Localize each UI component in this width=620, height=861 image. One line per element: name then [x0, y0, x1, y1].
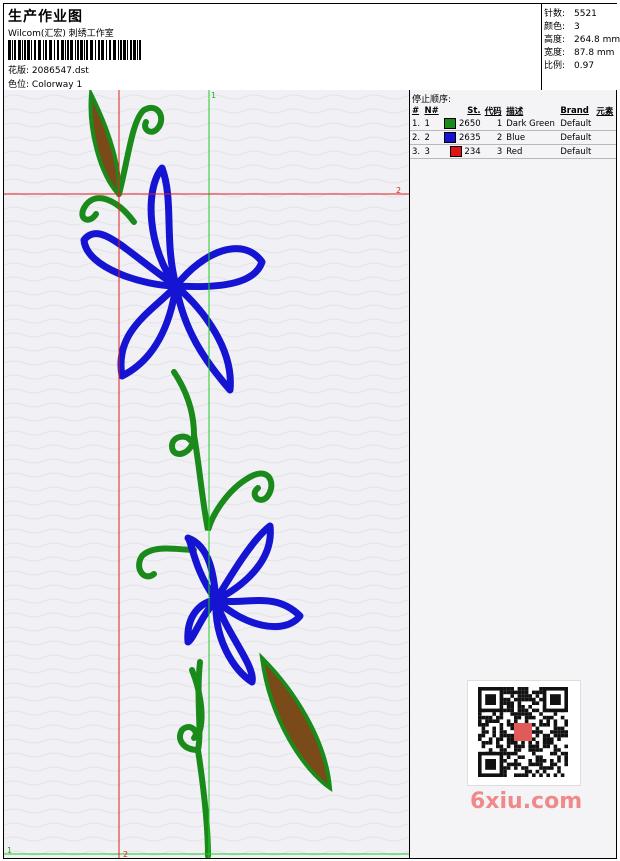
- stats-panel: 针数: 5521 颜色: 3 高度: 264.8 mm 宽度: 87.8 mm 比例: 0…: [541, 4, 620, 90]
- col-st: St.: [467, 105, 481, 116]
- table-row: 2. 2 2635 2 Blue Default: [410, 131, 616, 145]
- color-swatch: [444, 132, 457, 143]
- table-row: 3. 3 234 3 Red Default: [410, 145, 616, 159]
- sheet-header: 生产作业图 Wilcom(汇宏) 刺绣工作室 花版: 2086547.dst 色…: [4, 4, 620, 91]
- sheet-title: 生产作业图: [8, 9, 83, 25]
- stat-stitches: 针数: 5521: [544, 9, 597, 19]
- stat-colors: 颜色: 3: [544, 22, 580, 32]
- design-file-label: 花版:: [8, 66, 30, 76]
- colorway-value: Colorway 1: [31, 80, 83, 90]
- company-name: Wilcom(汇宏) 刺绣工作室: [8, 29, 114, 39]
- stat-scale: 比例: 0.97: [544, 61, 595, 71]
- barcode: [8, 40, 141, 60]
- col-desc: 描述: [506, 106, 524, 117]
- color-swatch: [444, 118, 457, 129]
- colorway-label: 色位:: [8, 80, 30, 90]
- stat-height: 高度: 264.8 mm: [544, 35, 620, 45]
- colorway: 色位: Colorway 1: [8, 77, 82, 90]
- col-num: #: [412, 105, 420, 116]
- col-n: N#: [424, 105, 439, 116]
- design-file: 花版: 2086547.dst: [8, 63, 89, 76]
- design-file-value: 2086547.dst: [31, 66, 89, 76]
- stop-sequence-table: # N# St. 代码 描述 Brand 元素 1. 1 2650 1 Dark…: [410, 104, 616, 159]
- stat-width: 宽度: 87.8 mm: [544, 48, 615, 58]
- guide-label-bottom-red: 2: [123, 850, 129, 858]
- embroidery-design: [4, 90, 409, 858]
- design-preview: 1 2 1 2: [4, 90, 410, 858]
- canvas-background: [4, 90, 409, 858]
- qr-code: [467, 680, 581, 786]
- guide-label-top: 1: [211, 91, 217, 100]
- col-brand: Brand: [560, 105, 589, 116]
- col-element: 元素: [596, 106, 614, 117]
- col-code: 代码: [484, 106, 502, 117]
- color-swatch: [449, 146, 462, 157]
- guide-label-right: 2: [396, 186, 402, 195]
- guide-label-bottom: 1: [7, 846, 13, 855]
- table-row: 1. 1 2650 1 Dark Green Default: [410, 117, 616, 131]
- watermark: 6xiu.com: [470, 789, 583, 814]
